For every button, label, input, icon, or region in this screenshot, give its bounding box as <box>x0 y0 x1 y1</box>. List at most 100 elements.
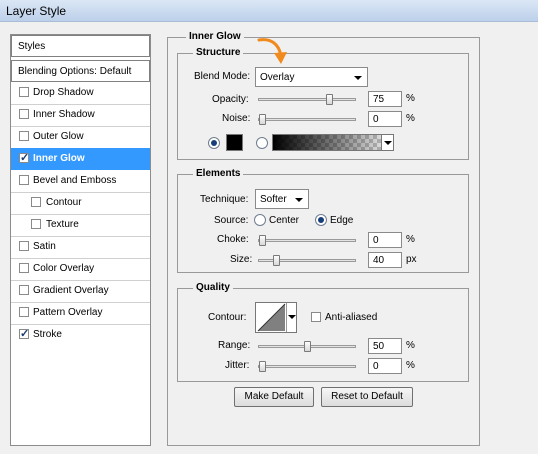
range-input[interactable]: 50 <box>368 338 402 354</box>
source-center-label: Center <box>269 215 300 226</box>
contour-label: Contour: <box>208 312 247 323</box>
solid-color-radio[interactable] <box>208 137 220 149</box>
opacity-unit: % <box>406 93 415 104</box>
gradient-radio[interactable] <box>256 137 268 149</box>
reset-to-default-button[interactable]: Reset to Default <box>321 387 413 407</box>
chevron-down-icon <box>384 141 392 145</box>
jitter-slider-thumb[interactable] <box>259 361 266 372</box>
technique-value: Softer <box>260 194 287 205</box>
opacity-input[interactable]: 75 <box>368 91 402 107</box>
style-item-label: Color Overlay <box>33 263 95 274</box>
range-label: Range: <box>218 340 251 351</box>
styles-list: Styles Blending Options: Default Drop Sh… <box>10 34 151 446</box>
style-item-label: Inner Glow <box>33 153 85 164</box>
source-center-radio[interactable] <box>254 214 266 226</box>
jitter-value: 0 <box>373 361 379 372</box>
style-item-texture[interactable]: Texture <box>11 214 150 236</box>
inner-glow-checkbox[interactable] <box>19 151 29 164</box>
noise-slider-thumb[interactable] <box>259 114 266 125</box>
style-item-label: Stroke <box>33 329 62 340</box>
gradient-overlay-checkbox[interactable] <box>19 285 29 295</box>
contour-curve-icon <box>257 303 286 332</box>
gradient-dropdown[interactable] <box>381 135 393 150</box>
noise-unit: % <box>406 113 415 124</box>
style-item-pattern-overlay[interactable]: Pattern Overlay <box>11 302 150 324</box>
range-slider[interactable] <box>258 341 356 352</box>
choke-unit: % <box>406 234 415 245</box>
make-default-button[interactable]: Make Default <box>234 387 314 407</box>
style-item-inner-glow[interactable]: Inner Glow <box>11 148 150 170</box>
noise-value: 0 <box>373 114 379 125</box>
style-item-contour[interactable]: Contour <box>11 192 150 214</box>
style-item-inner-shadow[interactable]: Inner Shadow <box>11 104 150 126</box>
style-item-stroke[interactable]: Stroke <box>11 324 150 346</box>
opacity-slider[interactable] <box>258 94 356 105</box>
style-item-label: Pattern Overlay <box>33 307 103 318</box>
elements-title: Elements <box>193 168 244 179</box>
range-value: 50 <box>373 341 385 352</box>
quality-title: Quality <box>193 282 233 293</box>
color-overlay-checkbox[interactable] <box>19 263 29 273</box>
jitter-unit: % <box>406 360 415 371</box>
blend-mode-value: Overlay <box>260 72 295 83</box>
anti-aliased-checkbox[interactable] <box>311 312 321 322</box>
noise-slider[interactable] <box>258 114 356 125</box>
style-item-bevel-emboss[interactable]: Bevel and Emboss <box>11 170 150 192</box>
style-item-label: Inner Shadow <box>33 109 95 120</box>
size-slider[interactable] <box>258 255 356 266</box>
technique-select[interactable]: Softer <box>255 189 309 209</box>
jitter-slider[interactable] <box>258 361 356 372</box>
chevron-down-icon <box>354 76 362 80</box>
source-edge-label: Edge <box>330 215 354 226</box>
noise-input[interactable]: 0 <box>368 111 402 127</box>
contour-checkbox[interactable] <box>31 197 41 207</box>
contour-dropdown[interactable] <box>286 303 296 332</box>
style-item-label: Contour <box>46 197 82 208</box>
size-slider-thumb[interactable] <box>273 255 280 266</box>
structure-title: Structure <box>193 47 244 58</box>
annotation-arrow-icon <box>257 38 287 64</box>
source-label: Source: <box>214 215 249 226</box>
gradient-picker[interactable] <box>272 134 394 151</box>
size-label: Size: <box>230 254 253 265</box>
chevron-down-icon <box>288 315 296 319</box>
anti-aliased-label: Anti-aliased <box>325 312 378 323</box>
opacity-value: 75 <box>373 94 385 105</box>
bevel-emboss-checkbox[interactable] <box>19 175 29 185</box>
blending-options[interactable]: Blending Options: Default <box>11 60 150 82</box>
range-slider-thumb[interactable] <box>304 341 311 352</box>
texture-checkbox[interactable] <box>31 219 41 229</box>
blend-mode-label: Blend Mode: <box>194 71 251 82</box>
style-item-outer-glow[interactable]: Outer Glow <box>11 126 150 148</box>
style-item-gradient-overlay[interactable]: Gradient Overlay <box>11 280 150 302</box>
size-unit: px <box>406 254 417 265</box>
glow-color-swatch[interactable] <box>226 134 243 151</box>
noise-label: Noise: <box>222 113 251 124</box>
size-input[interactable]: 40 <box>368 252 402 268</box>
outer-glow-checkbox[interactable] <box>19 131 29 141</box>
blend-mode-select[interactable]: Overlay <box>255 67 368 87</box>
style-item-satin[interactable]: Satin <box>11 236 150 258</box>
panel-title: Inner Glow <box>186 31 244 42</box>
style-item-label: Outer Glow <box>33 131 84 142</box>
stroke-checkbox[interactable] <box>19 327 29 340</box>
title-bar: Layer Style <box>0 0 538 22</box>
styles-header[interactable]: Styles <box>11 35 150 57</box>
choke-slider-thumb[interactable] <box>259 235 266 246</box>
jitter-input[interactable]: 0 <box>368 358 402 374</box>
satin-checkbox[interactable] <box>19 241 29 251</box>
source-edge-radio[interactable] <box>315 214 327 226</box>
blending-options-label: Blending Options: Default <box>18 66 132 77</box>
style-item-drop-shadow[interactable]: Drop Shadow <box>11 82 150 104</box>
choke-slider[interactable] <box>258 235 356 246</box>
choke-value: 0 <box>373 235 379 246</box>
style-item-color-overlay[interactable]: Color Overlay <box>11 258 150 280</box>
style-item-label: Bevel and Emboss <box>33 175 117 186</box>
contour-picker[interactable] <box>255 302 297 333</box>
drop-shadow-checkbox[interactable] <box>19 87 29 97</box>
size-value: 40 <box>373 255 385 266</box>
opacity-slider-thumb[interactable] <box>326 94 333 105</box>
inner-shadow-checkbox[interactable] <box>19 109 29 119</box>
choke-input[interactable]: 0 <box>368 232 402 248</box>
pattern-overlay-checkbox[interactable] <box>19 307 29 317</box>
